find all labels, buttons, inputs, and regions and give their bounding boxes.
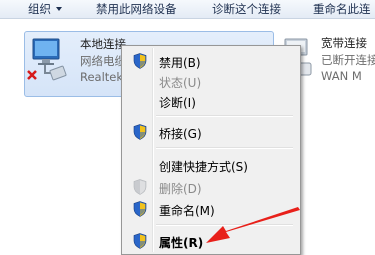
annotation-arrow-icon xyxy=(206,207,300,243)
